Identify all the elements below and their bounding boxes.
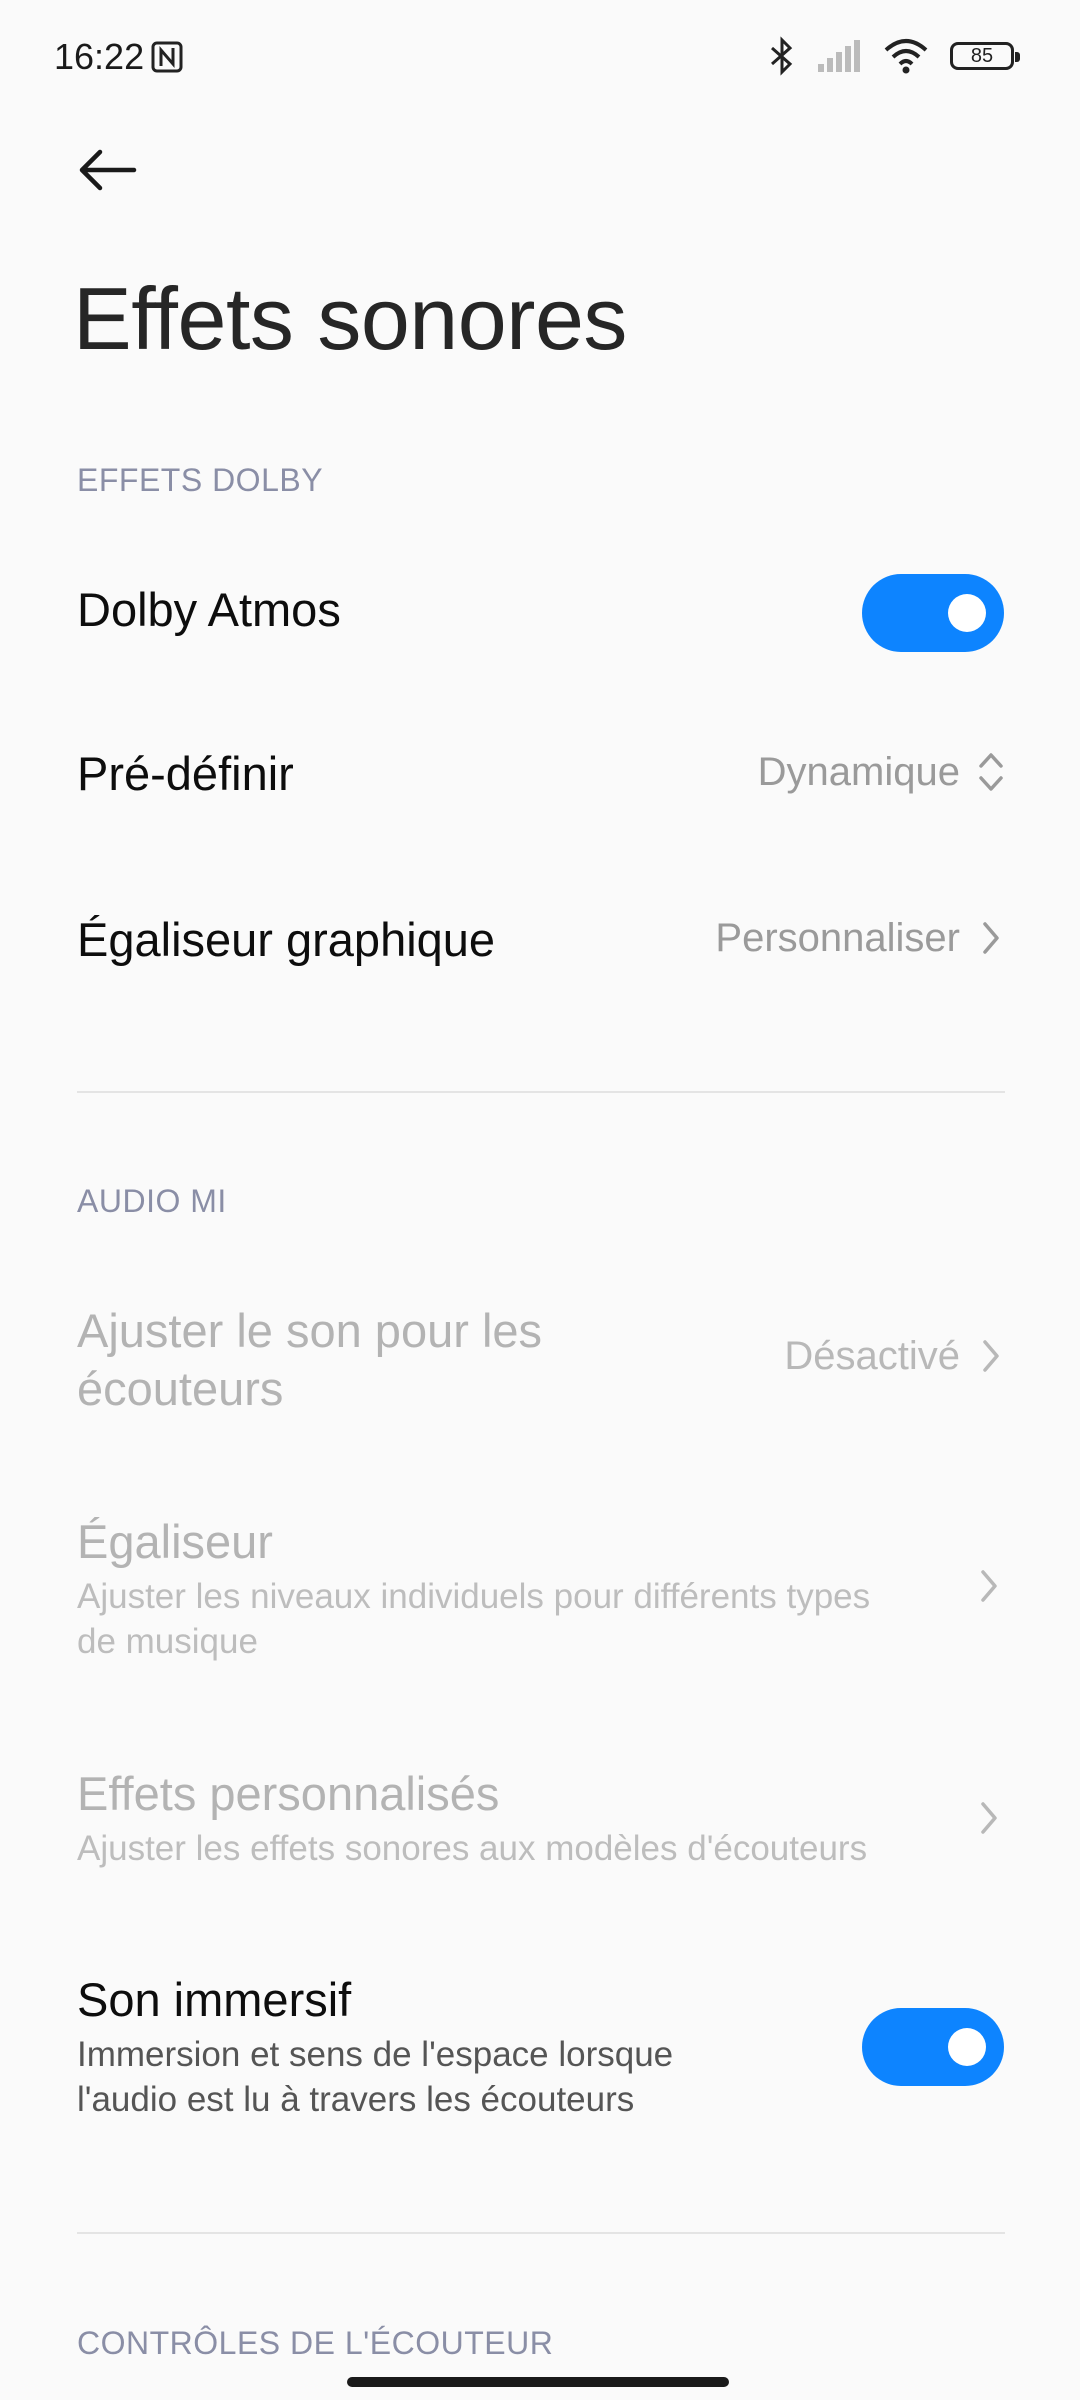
- toggle-knob: [948, 2028, 986, 2066]
- nfc-icon: [151, 41, 183, 73]
- dolby-atmos-toggle[interactable]: [862, 574, 1004, 652]
- section-header-dolby: EFFETS DOLBY: [77, 462, 324, 498]
- back-arrow-icon[interactable]: [70, 134, 142, 206]
- section-divider: [77, 1091, 1005, 1093]
- dolby-atmos-row[interactable]: Dolby Atmos: [0, 548, 1080, 678]
- custom-effects-row[interactable]: Effets personnalisés Ajuster les effets …: [0, 1758, 1080, 1898]
- equalizer-label: Égaliseur: [77, 1515, 273, 1568]
- up-down-chevron-icon: [979, 753, 1003, 791]
- graphic-eq-value: Personnaliser: [715, 914, 1006, 962]
- immersive-sound-row[interactable]: Son immersif Immersion et sens de l'espa…: [0, 1966, 1080, 2136]
- home-indicator[interactable]: [347, 2377, 729, 2387]
- adjust-headphones-value: Désactivé: [784, 1332, 1006, 1380]
- chevron-right-icon: [981, 1570, 997, 1602]
- chevron-right-icon: [983, 1340, 999, 1372]
- status-icons: 85: [768, 34, 1020, 78]
- equalizer-row[interactable]: Égaliseur Ajuster les niveaux individuel…: [0, 1506, 1080, 1686]
- toggle-knob: [948, 594, 986, 632]
- signal-icon: [818, 40, 860, 72]
- adjust-headphones-row[interactable]: Ajuster le son pour les écouteurs Désact…: [0, 1290, 1080, 1440]
- wifi-icon: [884, 39, 928, 74]
- chevron-right-icon: [983, 922, 999, 954]
- section-header-audio-mi: AUDIO MI: [77, 1183, 227, 1219]
- section-header-controls: CONTRÔLES DE L'ÉCOUTEUR: [77, 2325, 554, 2361]
- preset-value-text: Dynamique: [757, 749, 960, 794]
- status-time: 16:22: [54, 36, 145, 77]
- immersive-sound-toggle[interactable]: [862, 2008, 1004, 2086]
- preset-label: Pré-définir: [77, 747, 294, 800]
- preset-row[interactable]: Pré-définir Dynamique: [0, 712, 1080, 842]
- bluetooth-icon: [771, 36, 793, 76]
- preset-value[interactable]: Dynamique: [758, 748, 1006, 796]
- immersive-sound-description: Immersion et sens de l'espace lorsque l'…: [77, 2035, 674, 2119]
- dolby-atmos-label: Dolby Atmos: [77, 583, 341, 636]
- adjust-headphones-value-text: Désactivé: [784, 1333, 960, 1378]
- custom-effects-description: Ajuster les effets sonores aux modèles d…: [77, 1829, 868, 1868]
- graphic-eq-value-text: Personnaliser: [715, 915, 960, 960]
- equalizer-description: Ajuster les niveaux individuels pour dif…: [77, 1577, 871, 1661]
- immersive-sound-label: Son immersif: [77, 1973, 352, 2026]
- graphic-eq-label: Égaliseur graphique: [77, 913, 496, 966]
- battery-icon: 85: [950, 42, 1020, 70]
- adjust-headphones-label: Ajuster le son pour les écouteurs: [77, 1304, 543, 1415]
- custom-effects-label: Effets personnalisés: [77, 1767, 500, 1820]
- section-divider: [77, 2232, 1005, 2234]
- chevron-right-icon: [981, 1802, 997, 1834]
- battery-level: 85: [970, 44, 994, 67]
- graphic-eq-row[interactable]: Égaliseur graphique Personnaliser: [0, 878, 1080, 1008]
- page-title: Effets sonores: [73, 269, 627, 368]
